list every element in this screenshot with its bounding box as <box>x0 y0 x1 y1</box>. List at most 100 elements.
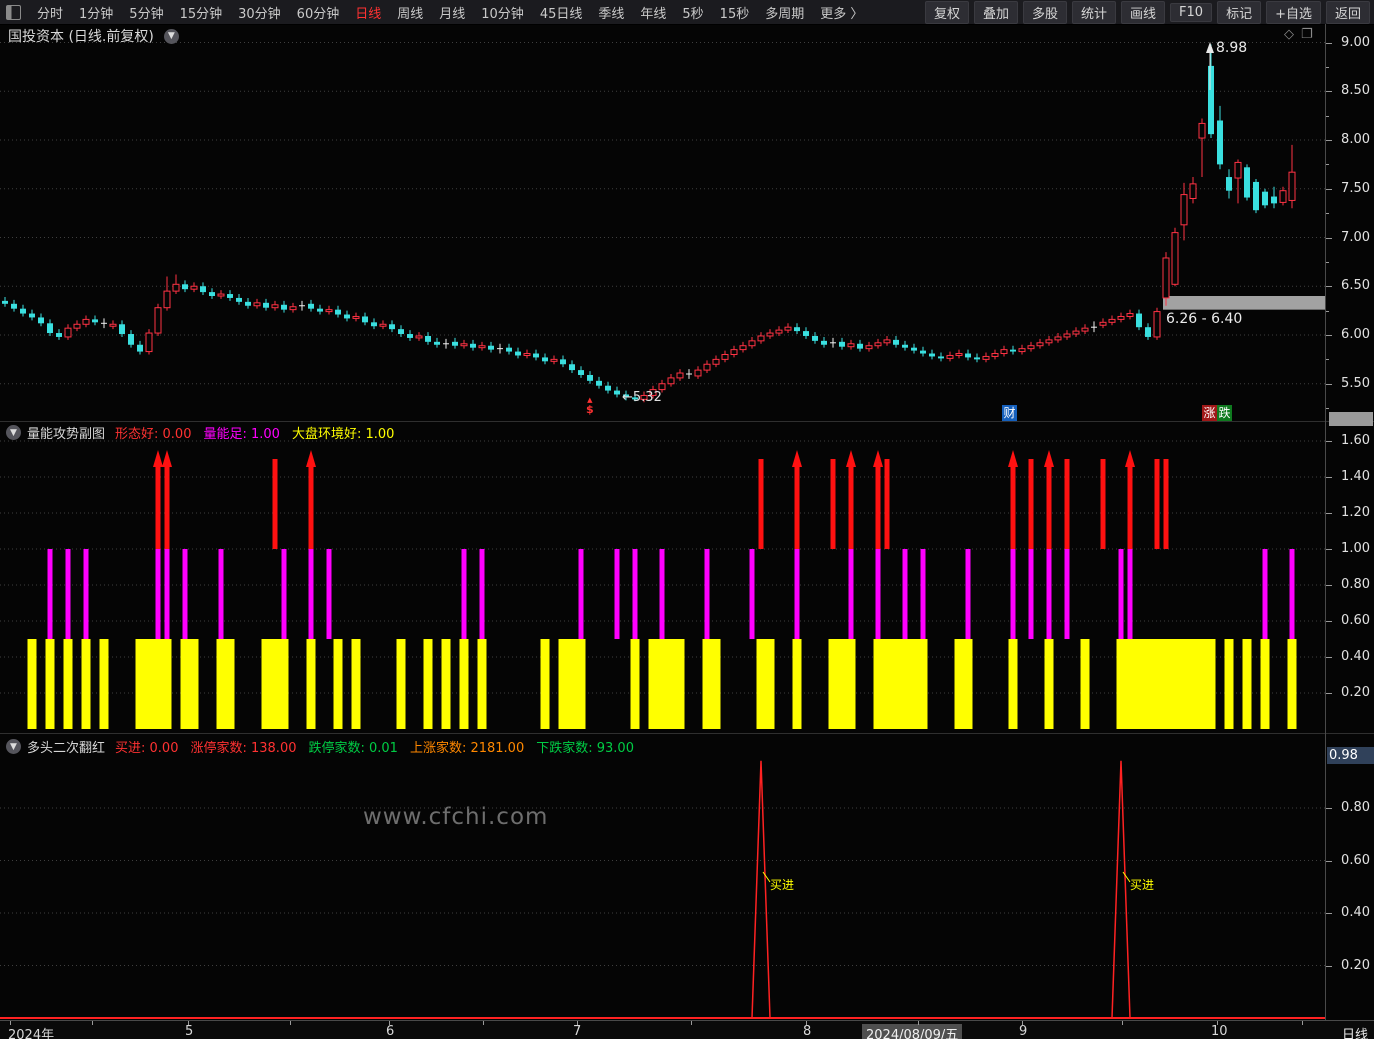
chevron-down-icon[interactable]: ▼ <box>6 425 21 440</box>
candle-down <box>974 357 980 360</box>
yellow-bar <box>441 639 451 729</box>
buy-label-tick <box>762 871 771 883</box>
indicator-stat-1: 量能足: 1.00 <box>203 427 280 442</box>
period-tab-8[interactable]: 月线 <box>431 3 473 22</box>
period-tab-14[interactable]: 15秒 <box>712 3 758 22</box>
red-bar <box>1127 463 1133 549</box>
axis-tick-mark <box>1326 91 1332 93</box>
period-tab-13[interactable]: 5秒 <box>674 3 711 22</box>
axis-tick-mark <box>1326 913 1332 914</box>
period-tab-5[interactable]: 60分钟 <box>289 3 348 22</box>
yellow-bar <box>216 639 226 729</box>
period-tab-6[interactable]: 日线 <box>347 3 389 22</box>
toolbar-button-0[interactable]: 复权 <box>924 0 969 24</box>
yellow-bar <box>909 639 919 729</box>
magenta-bar <box>281 549 287 639</box>
x-axis-label: 2024年 <box>8 1028 55 1039</box>
axis-tick-label: 0.80 <box>1341 800 1370 815</box>
candle-up <box>721 354 729 360</box>
axis-tick-label: 0.20 <box>1341 957 1370 973</box>
yellow-bar <box>891 639 901 729</box>
candle-down <box>587 374 593 381</box>
period-tab-10[interactable]: 45日线 <box>532 3 591 22</box>
candle-up <box>658 383 666 391</box>
axis-tick-mark <box>1326 164 1329 166</box>
candle-down <box>560 359 566 365</box>
toolbar-button-7[interactable]: +自选 <box>1266 0 1321 24</box>
red-bar <box>308 463 314 549</box>
candle-up <box>109 323 117 327</box>
magenta-bar <box>461 549 467 639</box>
toolbar-button-8[interactable]: 返回 <box>1325 0 1370 24</box>
x-axis-tick <box>1122 1021 1123 1025</box>
dollar-marker: ▲ $ <box>586 396 594 416</box>
candle-down <box>245 301 251 306</box>
candle-up <box>1072 330 1080 335</box>
x-axis-label: 7 <box>573 1024 582 1039</box>
candle-down <box>200 286 206 293</box>
magenta-bar <box>308 549 314 639</box>
period-tab-3[interactable]: 15分钟 <box>172 3 231 22</box>
candle-up <box>1027 345 1035 350</box>
yellow-bar <box>189 639 199 729</box>
yellow-bar <box>1125 639 1135 729</box>
period-tab-1[interactable]: 1分钟 <box>71 3 121 22</box>
app-icon[interactable] <box>6 4 21 20</box>
yellow-bar <box>477 639 487 729</box>
toolbar-button-6[interactable]: 标记 <box>1217 0 1262 24</box>
axis-tick-mark <box>1326 140 1332 141</box>
candle-down <box>362 316 368 323</box>
candle-up <box>1189 183 1197 199</box>
candle-down <box>1145 327 1151 337</box>
scrollbar-thumb[interactable] <box>1329 412 1373 426</box>
period-corner-label[interactable]: 日线 <box>1342 1024 1368 1039</box>
candle-up <box>730 349 738 355</box>
candle-down <box>434 341 440 345</box>
candle-down <box>569 364 575 371</box>
toolbar-button-4[interactable]: 画线 <box>1121 0 1166 24</box>
candle-up <box>874 342 882 347</box>
candle-down <box>1217 120 1223 165</box>
period-tab-4[interactable]: 30分钟 <box>230 3 289 22</box>
candle-down <box>920 350 926 354</box>
magenta-bar <box>83 549 89 639</box>
toolbar-button-1[interactable]: 叠加 <box>973 0 1018 24</box>
red-bar <box>1046 463 1052 549</box>
period-tab-7[interactable]: 周线 <box>389 3 431 22</box>
indicator-stat-0: 形态好: 0.00 <box>115 427 192 442</box>
candle-up <box>1288 171 1296 201</box>
period-tab-11[interactable]: 季线 <box>590 3 632 22</box>
chevron-down-icon[interactable]: ▼ <box>163 28 179 44</box>
candle-down <box>29 313 35 318</box>
yellow-bar <box>576 639 586 729</box>
toolbar-button-2[interactable]: 多股 <box>1022 0 1067 24</box>
period-tab-2[interactable]: 5分钟 <box>121 3 171 22</box>
toolbar-button-5[interactable]: F10 <box>1170 2 1213 22</box>
finance-badge[interactable]: 财 <box>1002 405 1017 421</box>
magenta-bar <box>1046 549 1052 639</box>
toolbar-button-3[interactable]: 统计 <box>1072 0 1117 24</box>
candle-up <box>154 307 162 334</box>
arrow-up-icon <box>1008 450 1018 467</box>
magenta-bar <box>1262 549 1268 639</box>
chevron-down-icon[interactable]: ▼ <box>6 739 21 754</box>
period-tab-12[interactable]: 年线 <box>632 3 674 22</box>
period-tab-9[interactable]: 10分钟 <box>473 3 532 22</box>
candle-down <box>317 308 323 312</box>
candle-up <box>1279 190 1287 203</box>
period-tab-15[interactable]: 多周期 <box>757 3 812 22</box>
candle-up <box>1117 315 1125 320</box>
candle-up <box>784 326 792 331</box>
panel2-header: ▼ 量能攻势副图 形态好: 0.00 量能足: 1.00 大盘环境好: 1.00 <box>6 423 406 442</box>
up-badge[interactable]: 涨 <box>1202 405 1217 421</box>
candle-down <box>11 303 17 309</box>
candle-up <box>748 340 756 347</box>
period-tab-0[interactable]: 分时 <box>29 3 71 22</box>
down-badge[interactable]: 跌 <box>1217 405 1232 421</box>
yellow-bar <box>1260 639 1270 729</box>
period-tab-16[interactable]: 更多 〉 <box>812 3 871 22</box>
indicator-stat-1: 涨停家数: 138.00 <box>190 741 297 756</box>
axis-tick-mark <box>1326 860 1332 862</box>
candle-down <box>263 302 269 308</box>
panel-divider <box>0 733 1374 734</box>
